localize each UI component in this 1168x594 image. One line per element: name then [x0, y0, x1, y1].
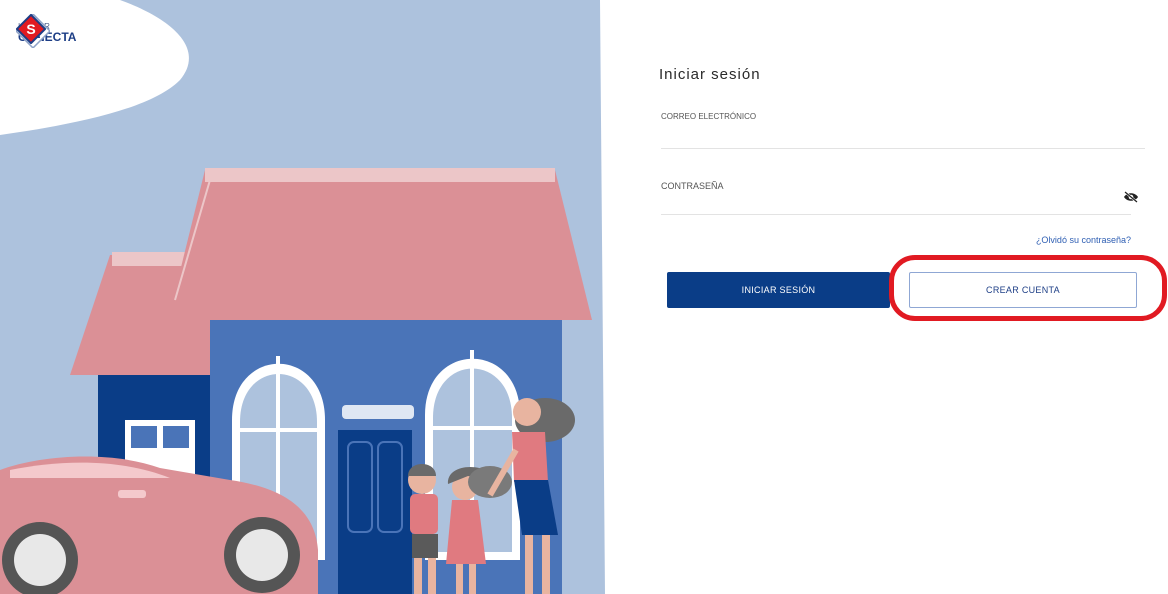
- email-field[interactable]: [661, 134, 1145, 149]
- family-house-illustration: [0, 0, 605, 594]
- forgot-password-link[interactable]: ¿Olvidó su contraseña?: [1036, 235, 1131, 245]
- password-label: CONTRASEÑA: [661, 181, 724, 191]
- hero-illustration: IAPSER CONECTA S: [0, 0, 605, 594]
- eye-slash-icon[interactable]: [1123, 191, 1139, 203]
- create-account-button[interactable]: CREAR CUENTA: [909, 272, 1137, 308]
- page-title: Iniciar sesión: [659, 66, 761, 83]
- logo-badge-icon: S: [16, 14, 46, 44]
- login-button[interactable]: INICIAR SESIÓN: [667, 272, 890, 308]
- password-field[interactable]: [661, 200, 1131, 215]
- email-label: CORREO ELECTRÓNICO: [661, 112, 757, 121]
- brand-logo: IAPSER CONECTA S: [16, 14, 76, 52]
- logo-badge-letter: S: [26, 21, 35, 37]
- login-panel: Iniciar sesión CORREO ELECTRÓNICO CONTRA…: [657, 0, 1147, 594]
